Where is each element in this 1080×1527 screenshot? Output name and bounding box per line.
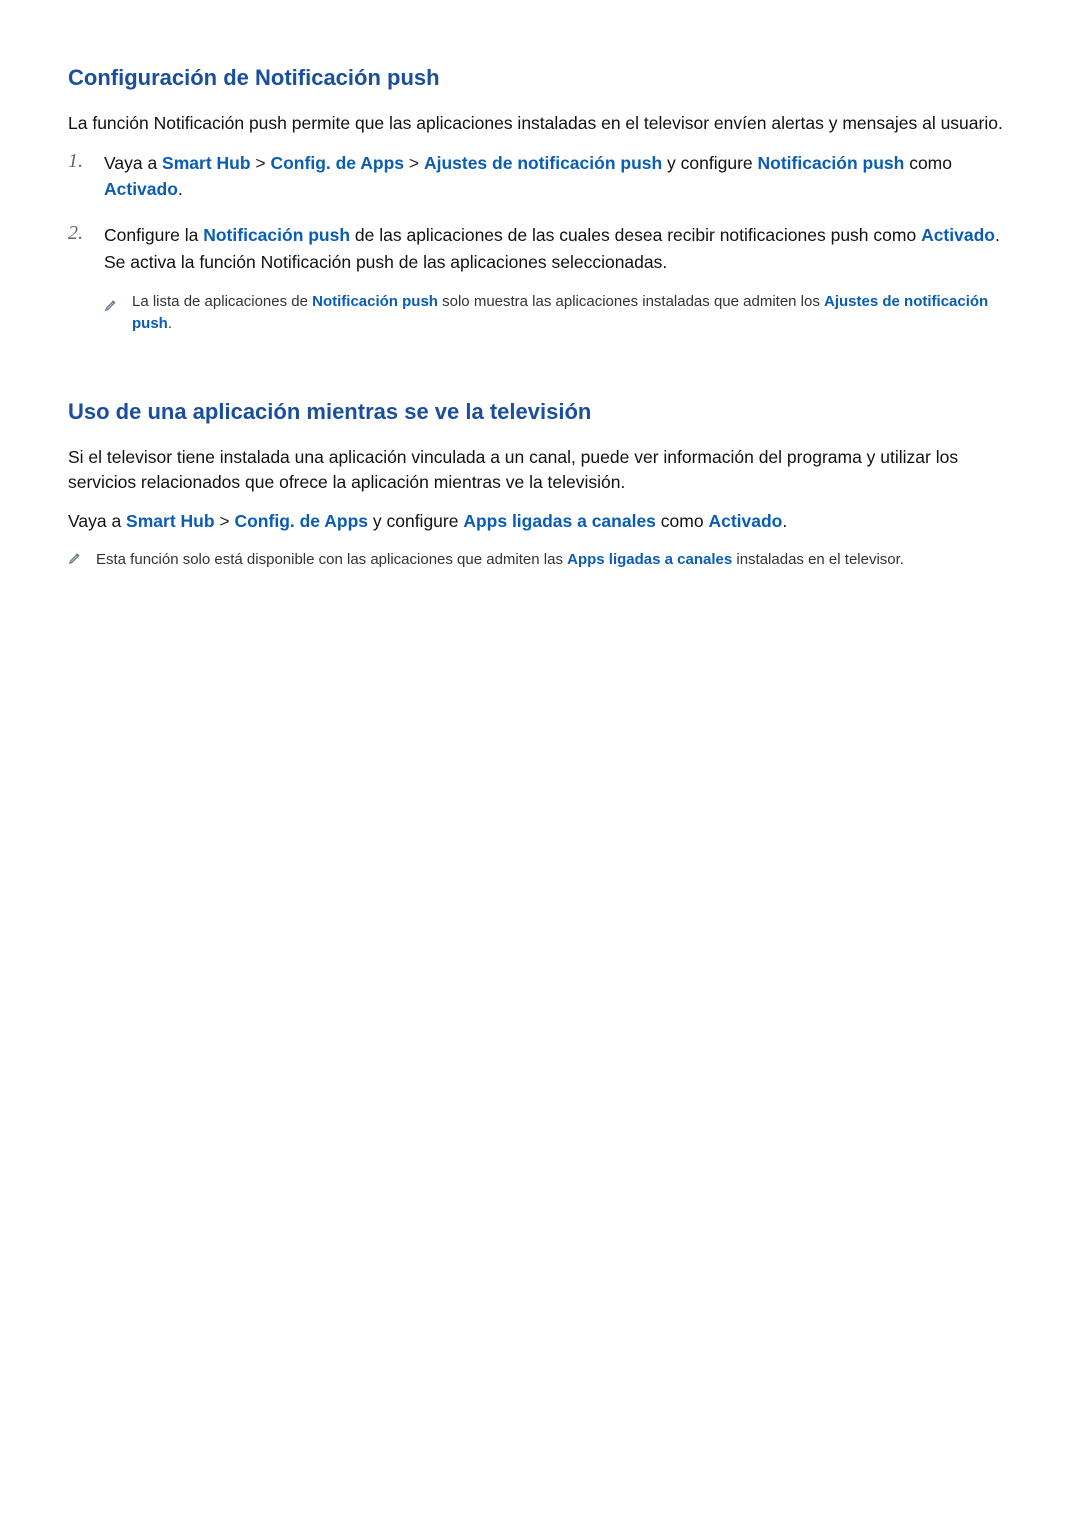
setting-name-notificacion-push: Notificación push (758, 153, 905, 173)
note-row: La lista de aplicaciones de Notificación… (104, 291, 1016, 336)
path-paragraph: Vaya a Smart Hub > Config. de Apps y con… (68, 509, 1016, 534)
section-heading-app-while-tv: Uso de una aplicación mientras se ve la … (68, 398, 1016, 427)
pencil-icon (104, 291, 132, 319)
setting-value-activado: Activado (708, 511, 782, 531)
text: Configure la (104, 225, 203, 245)
text: de las aplicaciones de las cuales desea … (350, 225, 921, 245)
intro-paragraph: Si el televisor tiene instalada una apli… (68, 445, 1016, 496)
setting-name-apps-canales: Apps ligadas a canales (567, 551, 732, 568)
text: y configure (368, 511, 463, 531)
pencil-icon (68, 549, 96, 570)
breadcrumb-separator: > (215, 511, 235, 531)
text: . (168, 315, 172, 332)
step-body: Vaya a Smart Hub > Config. de Apps > Aju… (104, 150, 1016, 203)
menu-path-smart-hub: Smart Hub (162, 153, 250, 173)
breadcrumb-separator: > (404, 153, 424, 173)
intro-paragraph: La función Notificación push permite que… (68, 111, 1016, 136)
text: solo muestra las aplicaciones instaladas… (438, 293, 824, 310)
section-heading-push-config: Configuración de Notificación push (68, 64, 1016, 93)
text: Vaya a (68, 511, 126, 531)
text: . (782, 511, 787, 531)
text: y configure (662, 153, 757, 173)
menu-path-config-apps: Config. de Apps (234, 511, 368, 531)
note-text: La lista de aplicaciones de Notificación… (132, 291, 1016, 336)
list-item: 2. Configure la Notificación push de las… (68, 222, 1016, 336)
setting-name-notificacion-push: Notificación push (312, 293, 438, 310)
step-number: 1. (68, 150, 104, 173)
menu-path-config-apps: Config. de Apps (270, 153, 404, 173)
setting-name-notificacion-push: Notificación push (203, 225, 350, 245)
text: . (178, 179, 183, 199)
setting-value-activado: Activado (921, 225, 995, 245)
note-text: Esta función solo está disponible con la… (96, 549, 1016, 572)
text: instaladas en el televisor. (732, 551, 904, 568)
list-item: 1. Vaya a Smart Hub > Config. de Apps > … (68, 150, 1016, 203)
breadcrumb-separator: > (251, 153, 271, 173)
note-row: Esta función solo está disponible con la… (68, 549, 1016, 572)
document-page: Configuración de Notificación push La fu… (0, 0, 1080, 635)
setting-value-activado: Activado (104, 179, 178, 199)
text: como (904, 153, 952, 173)
step-number: 2. (68, 222, 104, 245)
section-spacer (68, 356, 1016, 398)
setting-name-apps-canales: Apps ligadas a canales (463, 511, 656, 531)
menu-path-ajustes: Ajustes de notificación push (424, 153, 662, 173)
text: Esta función solo está disponible con la… (96, 551, 567, 568)
text: La lista de aplicaciones de (132, 293, 312, 310)
menu-path-smart-hub: Smart Hub (126, 511, 214, 531)
numbered-steps: 1. Vaya a Smart Hub > Config. de Apps > … (68, 150, 1016, 336)
text: como (656, 511, 709, 531)
step-body: Configure la Notificación push de las ap… (104, 222, 1016, 336)
text: Vaya a (104, 153, 162, 173)
